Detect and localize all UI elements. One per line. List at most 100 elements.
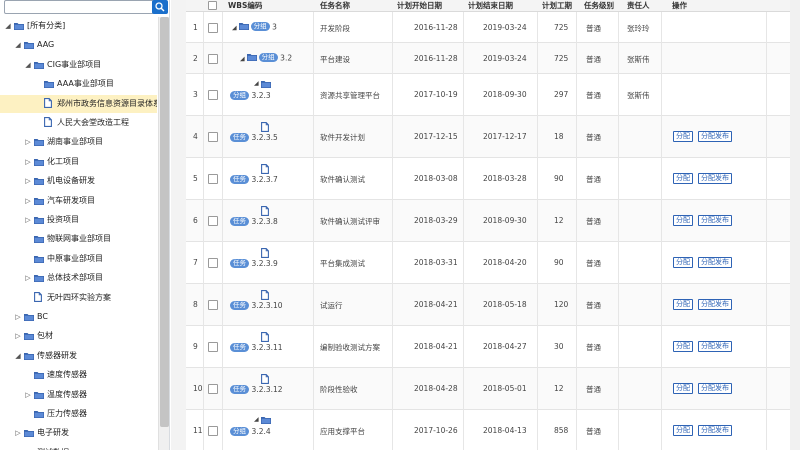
table-row[interactable]: 5 任务 3.2.3.7 软件确认测试 2018-03-08 2018-03-28 90 普… bbox=[186, 158, 800, 200]
collapsed-arrow-icon[interactable]: ▷ bbox=[24, 211, 32, 229]
header-owner[interactable]: 责任人 bbox=[627, 0, 650, 12]
row-checkbox[interactable] bbox=[208, 132, 218, 142]
collapsed-arrow-icon[interactable]: ▷ bbox=[24, 153, 32, 171]
row-checkbox[interactable] bbox=[208, 90, 218, 100]
table-row[interactable]: 9 任务 3.2.3.11 编制验收测试方案 2018-04-21 2018-04-27… bbox=[186, 326, 800, 368]
expanded-arrow-icon[interactable]: ◢ bbox=[240, 55, 245, 62]
assign-publish-button[interactable]: 分配发布 bbox=[698, 173, 732, 184]
tree-node[interactable]: ◢ [所有分类] bbox=[0, 17, 157, 35]
tree-node[interactable]: AAA事业部项目 bbox=[0, 75, 157, 93]
table-row[interactable]: 8 任务 3.2.3.10 试运行 2018-04-21 2018-05-18 120 普通… bbox=[186, 284, 800, 326]
tree-node[interactable]: ▷ 总体技术部项目 bbox=[0, 269, 157, 287]
tree-node[interactable]: ◢ CIG事业部项目 bbox=[0, 56, 157, 74]
tree-node[interactable]: ▷ 汽车研发项目 bbox=[0, 192, 157, 210]
assign-button[interactable]: 分配 bbox=[673, 341, 693, 352]
tree-node[interactable]: ▷ 测试数据 bbox=[0, 444, 157, 450]
header-plan-end[interactable]: 计划结束日期 bbox=[468, 0, 513, 12]
table-row[interactable]: 11 ◢ 分组 3.2.4 应用支撑平台 2017-10-26 2018-04-13 858… bbox=[186, 410, 800, 450]
row-checkbox[interactable] bbox=[208, 342, 218, 352]
tree-node[interactable]: ▷ 包材 bbox=[0, 327, 157, 345]
collapsed-arrow-icon[interactable]: ▷ bbox=[24, 386, 32, 404]
assign-publish-button[interactable]: 分配发布 bbox=[698, 425, 732, 436]
expanded-arrow-icon[interactable]: ◢ bbox=[4, 17, 12, 35]
column-divider bbox=[463, 74, 464, 116]
table-row[interactable]: 3 ◢ 分组 3.2.3 资源共享管理平台 2017-10-19 2018-09-30 29… bbox=[186, 74, 800, 116]
header-plan-start[interactable]: 计划开始日期 bbox=[397, 0, 442, 12]
tree-search-input[interactable] bbox=[4, 0, 154, 14]
assign-publish-button[interactable]: 分配发布 bbox=[698, 215, 732, 226]
collapsed-arrow-icon[interactable]: ▷ bbox=[14, 327, 22, 345]
tree-scrollbar[interactable] bbox=[158, 17, 169, 450]
select-all-checkbox[interactable] bbox=[208, 1, 217, 10]
header-task-level[interactable]: 任务级别 bbox=[584, 0, 614, 12]
expanded-arrow-icon[interactable]: ◢ bbox=[254, 80, 259, 87]
row-index: 9 bbox=[193, 342, 198, 351]
collapsed-arrow-icon[interactable]: ▷ bbox=[24, 269, 32, 287]
tree-node[interactable]: 物联网事业部项目 bbox=[0, 230, 157, 248]
assign-button[interactable]: 分配 bbox=[673, 131, 693, 142]
expanded-arrow-icon[interactable]: ◢ bbox=[232, 24, 237, 31]
row-checkbox[interactable] bbox=[208, 22, 218, 33]
table-row[interactable]: 4 任务 3.2.3.5 软件开发计划 2017-12-15 2017-12-17 18 普… bbox=[186, 116, 800, 158]
collapsed-arrow-icon[interactable]: ▷ bbox=[24, 172, 32, 190]
row-checkbox[interactable] bbox=[208, 258, 218, 268]
table-row[interactable]: 1 ◢ 分组 3 开发阶段 2016-11-28 2019-03-24 725 普通 张玲玲 bbox=[186, 12, 800, 43]
search-button[interactable] bbox=[152, 0, 168, 14]
tree-node[interactable]: 人民大会堂改造工程 bbox=[0, 114, 157, 132]
tree-node-label: 机电设备研发 bbox=[47, 176, 95, 186]
expanded-arrow-icon[interactable]: ◢ bbox=[14, 36, 22, 54]
header-wbs[interactable]: WBS编码 bbox=[228, 0, 262, 12]
collapsed-arrow-icon[interactable]: ▷ bbox=[24, 133, 32, 151]
tree-node[interactable]: 无叶四环实验方案 bbox=[0, 289, 157, 307]
expanded-arrow-icon[interactable]: ◢ bbox=[24, 56, 32, 74]
assign-publish-button[interactable]: 分配发布 bbox=[698, 257, 732, 268]
tree-node[interactable]: ▷ 湖南事业部项目 bbox=[0, 133, 157, 151]
tree-node[interactable]: 中原事业部项目 bbox=[0, 250, 157, 268]
expanded-arrow-icon[interactable]: ◢ bbox=[254, 416, 259, 423]
tree-node[interactable]: ◢ AAG bbox=[0, 36, 157, 54]
assign-button[interactable]: 分配 bbox=[673, 425, 693, 436]
row-checkbox[interactable] bbox=[208, 174, 218, 184]
tree-scrollbar-thumb[interactable] bbox=[160, 17, 169, 427]
tree-node[interactable]: ▷ 机电设备研发 bbox=[0, 172, 157, 190]
row-checkbox[interactable] bbox=[208, 426, 218, 436]
assign-button[interactable]: 分配 bbox=[673, 173, 693, 184]
row-checkbox[interactable] bbox=[208, 53, 218, 64]
table-row[interactable]: 10 任务 3.2.3.12 阶段性验收 2018-04-28 2018-05-01 12… bbox=[186, 368, 800, 410]
collapsed-arrow-icon[interactable]: ▷ bbox=[24, 192, 32, 210]
panel-splitter[interactable] bbox=[171, 0, 186, 450]
collapsed-arrow-icon[interactable]: ▷ bbox=[14, 444, 22, 450]
tree-node[interactable]: ◢ 传感器研发 bbox=[0, 347, 157, 365]
row-checkbox[interactable] bbox=[208, 216, 218, 226]
tree-node[interactable]: 郑州市政务信息资源目录体系 bbox=[0, 94, 157, 113]
tree-node[interactable]: ▷ 化工项目 bbox=[0, 153, 157, 171]
assign-button[interactable]: 分配 bbox=[673, 299, 693, 310]
assign-button[interactable]: 分配 bbox=[673, 383, 693, 394]
tree-node[interactable]: 速度传感器 bbox=[0, 366, 157, 384]
table-row[interactable]: 7 任务 3.2.3.9 平台集成测试 2018-03-31 2018-04-20 90 普… bbox=[186, 242, 800, 284]
assign-button[interactable]: 分配 bbox=[673, 215, 693, 226]
assign-publish-button[interactable]: 分配发布 bbox=[698, 341, 732, 352]
assign-publish-button[interactable]: 分配发布 bbox=[698, 131, 732, 142]
tree-node[interactable]: ▷ BC bbox=[0, 308, 157, 326]
type-badge: 任务 bbox=[230, 343, 249, 352]
tree-node[interactable]: ▷ 温度传感器 bbox=[0, 386, 157, 404]
assign-publish-button[interactable]: 分配发布 bbox=[698, 383, 732, 394]
row-checkbox[interactable] bbox=[208, 384, 218, 394]
expanded-arrow-icon[interactable]: ◢ bbox=[14, 347, 22, 365]
plan-start-date: 2016-11-28 bbox=[414, 22, 458, 32]
tree-node[interactable]: 压力传感器 bbox=[0, 405, 157, 423]
table-row[interactable]: 6 任务 3.2.3.8 软件确认测试评审 2018-03-29 2018-09-30 1… bbox=[186, 200, 800, 242]
header-task-name[interactable]: 任务名称 bbox=[320, 0, 350, 12]
assign-button[interactable]: 分配 bbox=[673, 257, 693, 268]
tree-node[interactable]: ▷ 电子研发 bbox=[0, 424, 157, 442]
grid-scrollbar[interactable] bbox=[790, 0, 800, 450]
header-duration[interactable]: 计划工期 bbox=[542, 0, 572, 12]
collapsed-arrow-icon[interactable]: ▷ bbox=[14, 308, 22, 326]
collapsed-arrow-icon[interactable]: ▷ bbox=[14, 424, 22, 442]
column-divider bbox=[618, 326, 619, 368]
assign-publish-button[interactable]: 分配发布 bbox=[698, 299, 732, 310]
tree-node[interactable]: ▷ 投资项目 bbox=[0, 211, 157, 229]
row-checkbox[interactable] bbox=[208, 300, 218, 310]
table-row[interactable]: 2 ◢ 分组 3.2 平台建设 2016-11-28 2019-03-24 725 普通 张斯伟 bbox=[186, 43, 800, 74]
